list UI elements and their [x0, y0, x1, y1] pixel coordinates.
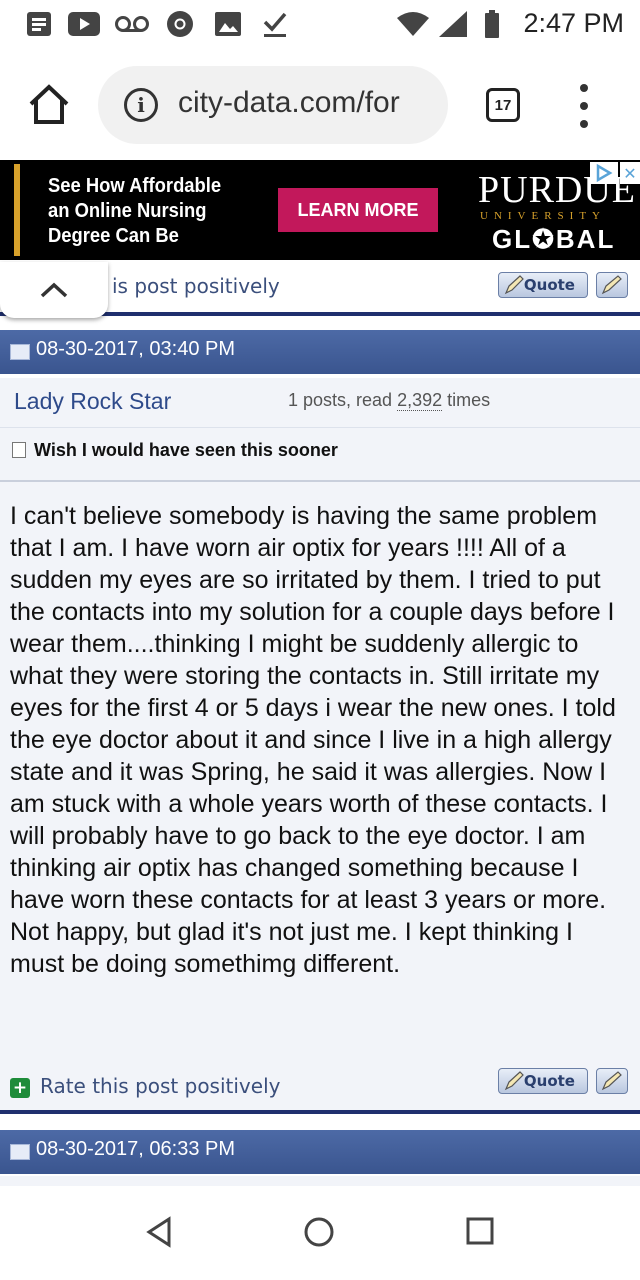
adchoices-icon[interactable] — [590, 162, 618, 184]
post-text: I can't believe somebody is having the s… — [10, 502, 616, 978]
rate-post-link[interactable]: Rate this post positively — [40, 1074, 280, 1098]
browser-toolbar: i city-data.com/for 17 — [0, 50, 640, 160]
youtube-icon — [68, 11, 100, 37]
tab-switcher-button[interactable]: 17 — [486, 88, 520, 122]
ad-close-icon[interactable]: ✕ — [620, 162, 640, 184]
post-header: 08-30-2017, 03:40 PM — [0, 330, 640, 374]
recents-icon[interactable] — [466, 1217, 494, 1245]
chevron-up-icon — [40, 282, 68, 298]
multi-quote-button[interactable] — [596, 1068, 628, 1094]
status-time: 2:47 PM — [523, 8, 624, 38]
ad-text[interactable]: See How Affordable an Online Nursing Deg… — [48, 174, 232, 249]
ad-banner[interactable]: See How Affordable an Online Nursing Deg… — [0, 160, 640, 260]
post-body: I can't believe somebody is having the s… — [0, 482, 640, 1062]
image-icon — [214, 11, 242, 37]
battery-icon — [484, 10, 500, 38]
quote-button[interactable]: Quote — [498, 272, 588, 298]
multi-quote-icon — [601, 275, 622, 295]
post-icon — [10, 344, 30, 360]
multi-quote-button[interactable] — [596, 272, 628, 298]
status-bar: 2:47 PM — [0, 0, 640, 50]
wifi-icon — [396, 11, 430, 37]
info-icon[interactable]: i — [124, 88, 158, 122]
ad-brand-sub: UNIVERSITY — [480, 210, 606, 222]
post-divider — [0, 1110, 640, 1114]
notification-icon — [26, 11, 52, 37]
post-title-row: Wish I would have seen this sooner — [0, 428, 640, 482]
post-title: Wish I would have seen this sooner — [34, 440, 338, 460]
home-nav-icon[interactable] — [302, 1215, 336, 1249]
ad-accent-bar — [14, 164, 20, 256]
download-complete-icon — [262, 11, 288, 37]
ad-brand-global: GL✪BAL — [492, 224, 616, 254]
chrome-icon — [166, 11, 194, 37]
rate-post-link-partial[interactable]: is post positively — [112, 274, 280, 298]
quote-pencil-icon — [504, 1071, 524, 1091]
plus-icon[interactable]: + — [10, 1078, 30, 1098]
signal-icon — [438, 11, 468, 37]
post-footer: + Rate this post positively Quote — [0, 1062, 640, 1110]
post-stats: 1 posts, read 2,392 times — [288, 390, 491, 411]
multi-quote-icon — [601, 1071, 622, 1091]
address-bar[interactable]: i city-data.com/for — [98, 66, 448, 144]
voicemail-icon — [114, 11, 150, 37]
android-nav-bar — [0, 1186, 640, 1280]
home-icon[interactable] — [26, 82, 72, 128]
post-icon — [10, 1144, 30, 1160]
back-icon[interactable] — [144, 1216, 174, 1248]
username-link[interactable]: Lady Rock Star — [14, 388, 171, 415]
quote-pencil-icon — [504, 275, 524, 295]
learn-more-button[interactable]: LEARN MORE — [278, 188, 438, 232]
collapse-ad-button[interactable] — [0, 262, 108, 318]
next-post-header: 08-30-2017, 06:33 PM — [0, 1130, 640, 1174]
title-icon — [12, 442, 26, 458]
quote-label: Quote — [523, 276, 575, 294]
quote-button[interactable]: Quote — [498, 1068, 588, 1094]
quote-label: Quote — [523, 1072, 575, 1090]
post-author-row: Lady Rock Star 1 posts, read 2,392 times — [0, 378, 640, 428]
post-date: 08-30-2017, 03:40 PM — [36, 338, 236, 360]
url-text[interactable]: city-data.com/for — [178, 86, 438, 120]
next-post-date: 08-30-2017, 06:33 PM — [36, 1138, 236, 1160]
overflow-menu-icon[interactable] — [574, 84, 594, 128]
